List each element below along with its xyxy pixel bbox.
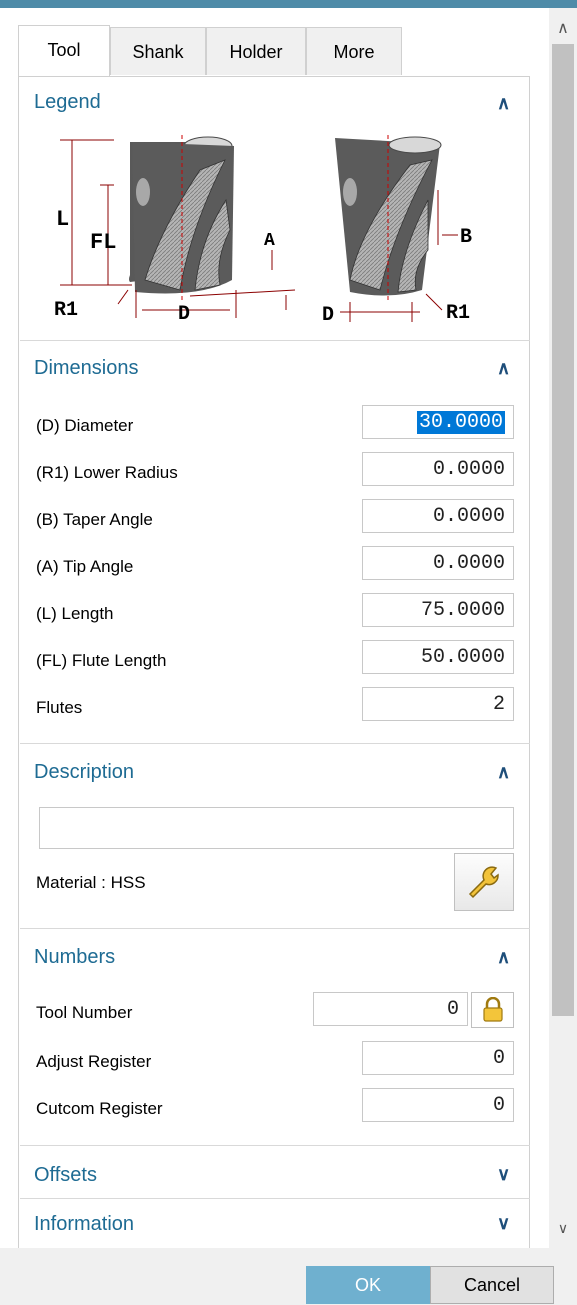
- dialog-title-bar: [0, 0, 577, 8]
- information-header[interactable]: Information: [34, 1213, 134, 1236]
- cutcom-register-label: Cutcom Register: [36, 1099, 163, 1118]
- legend-label-d-left: D: [178, 303, 190, 326]
- tool-number-lock-button[interactable]: [471, 992, 514, 1028]
- legend-header[interactable]: Legend: [34, 91, 101, 114]
- tab-more[interactable]: More: [306, 27, 402, 75]
- adjust-register-label: Adjust Register: [36, 1052, 152, 1071]
- caret-up-icon[interactable]: ∧: [497, 762, 510, 783]
- cutcom-register-input[interactable]: 0: [362, 1088, 514, 1122]
- tool-legend-diagram: L FL A R1 D B D R1: [54, 135, 472, 327]
- taper-angle-label: (B) Taper Angle: [36, 510, 153, 529]
- caret-down-icon[interactable]: ∨: [497, 1213, 510, 1234]
- material-label: Material : HSS: [36, 873, 146, 892]
- flutes-input[interactable]: 2: [362, 687, 514, 721]
- legend-label-r1-right: R1: [446, 302, 470, 325]
- diameter-label: (D) Diameter: [36, 416, 134, 435]
- lock-icon: [482, 997, 503, 1022]
- caret-up-icon[interactable]: ∧: [497, 358, 510, 379]
- caret-up-icon[interactable]: ∧: [497, 947, 510, 968]
- flutes-label: Flutes: [36, 698, 83, 717]
- scroll-up-icon[interactable]: ∧: [549, 18, 577, 44]
- flute-length-label: (FL) Flute Length: [36, 651, 167, 670]
- taper-angle-input[interactable]: 0.0000: [362, 499, 514, 533]
- description-input[interactable]: [39, 807, 514, 849]
- ok-button[interactable]: OK: [306, 1266, 430, 1304]
- endmill-drawing-left: [129, 135, 234, 300]
- wrench-icon: [468, 866, 499, 899]
- legend-label-r1-left: R1: [54, 299, 78, 322]
- dimensions-header[interactable]: Dimensions: [34, 357, 138, 380]
- section-divider: [20, 1198, 530, 1199]
- numbers-header[interactable]: Numbers: [34, 946, 115, 969]
- section-divider: [20, 340, 530, 341]
- legend-label-b: B: [460, 226, 472, 249]
- scroll-down-icon[interactable]: ∨: [549, 1220, 577, 1246]
- tab-tool[interactable]: Tool: [18, 25, 110, 77]
- material-select-button[interactable]: [454, 853, 514, 911]
- tip-angle-input[interactable]: 0.0000: [362, 546, 514, 580]
- legend-label-a: A: [264, 231, 275, 251]
- legend-label-l: L: [56, 207, 69, 232]
- offsets-header[interactable]: Offsets: [34, 1164, 97, 1187]
- scrollbar-thumb[interactable]: [552, 44, 574, 1016]
- description-header[interactable]: Description: [34, 761, 134, 784]
- adjust-register-input[interactable]: 0: [362, 1041, 514, 1075]
- section-divider: [20, 743, 530, 744]
- tab-holder[interactable]: Holder: [206, 27, 306, 75]
- legend-label-d-right: D: [322, 304, 334, 327]
- section-divider: [20, 1145, 530, 1146]
- cancel-button[interactable]: Cancel: [430, 1266, 554, 1304]
- flute-length-input[interactable]: 50.0000: [362, 640, 514, 674]
- diameter-input[interactable]: 30.0000: [362, 405, 514, 439]
- tip-angle-label: (A) Tip Angle: [36, 557, 134, 576]
- endmill-drawing-right: [335, 135, 442, 300]
- length-input[interactable]: 75.0000: [362, 593, 514, 627]
- tool-number-label: Tool Number: [36, 1003, 133, 1022]
- lower-radius-input[interactable]: 0.0000: [362, 452, 514, 486]
- caret-up-icon[interactable]: ∧: [497, 93, 510, 114]
- tool-number-input[interactable]: 0: [313, 992, 468, 1026]
- lower-radius-label: (R1) Lower Radius: [36, 463, 178, 482]
- tab-shank[interactable]: Shank: [110, 27, 206, 75]
- section-divider: [20, 928, 530, 929]
- length-label: (L) Length: [36, 604, 114, 623]
- caret-down-icon[interactable]: ∨: [497, 1164, 510, 1185]
- legend-label-fl: FL: [90, 230, 116, 255]
